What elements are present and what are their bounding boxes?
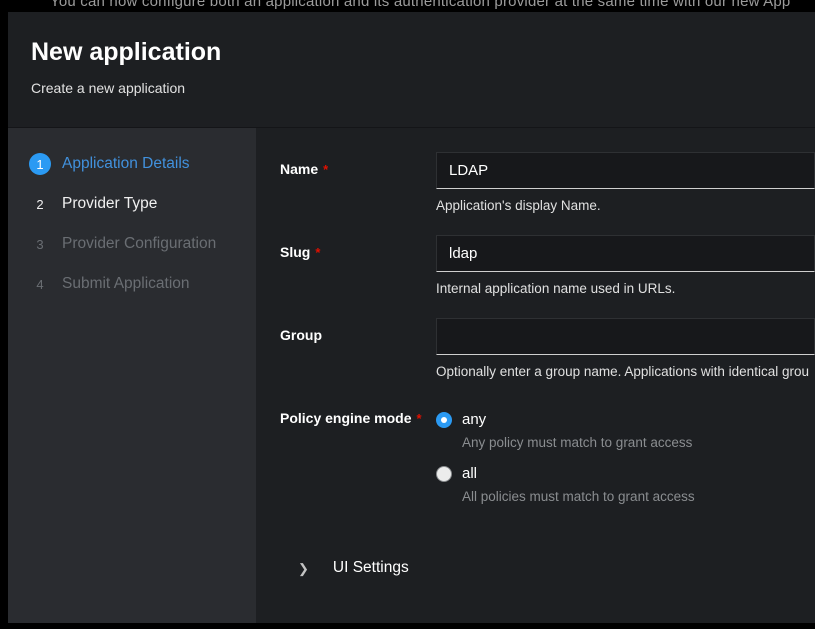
wizard-step-provider-configuration: 3 Provider Configuration — [29, 233, 256, 255]
page-subtitle: Create a new application — [31, 80, 815, 96]
screen: You can now configure both an applicatio… — [0, 0, 815, 629]
policy-mode-all-option[interactable]: all — [436, 465, 815, 482]
wizard-step-provider-type[interactable]: 2 Provider Type — [29, 193, 256, 215]
ui-settings-label: UI Settings — [333, 559, 409, 577]
page-title: New application — [31, 37, 815, 67]
step-indicator: 2 — [29, 193, 51, 215]
slug-field-row: Slug* Internal application name used in … — [280, 235, 815, 296]
policy-mode-all-label[interactable]: all — [462, 465, 477, 482]
wizard-step-application-details[interactable]: 1 Application Details — [29, 153, 256, 175]
step-label: Application Details — [62, 155, 190, 173]
group-helper-text: Optionally enter a group name. Applicati… — [436, 364, 815, 379]
wizard-nav: 1 Application Details 2 Provider Type 3 … — [8, 128, 256, 623]
policy-mode-any-label[interactable]: any — [462, 411, 486, 428]
slug-label: Slug* — [280, 235, 436, 296]
step-indicator: 3 — [29, 233, 51, 255]
step-indicator: 4 — [29, 273, 51, 295]
new-application-modal: New application Create a new application… — [8, 12, 815, 623]
required-asterisk: * — [416, 411, 421, 426]
name-field-row: Name* Application's display Name. — [280, 152, 815, 213]
radio-checked-icon[interactable] — [436, 412, 452, 428]
policy-engine-mode-row: Policy engine mode* any Any policy must … — [280, 401, 815, 519]
banner-text: You can now configure both an applicatio… — [50, 0, 790, 10]
policy-mode-any-helper: Any policy must match to grant access — [462, 435, 815, 450]
group-label: Group — [280, 318, 436, 379]
required-asterisk: * — [323, 162, 328, 177]
policy-mode-all-helper: All policies must match to grant access — [462, 489, 815, 504]
chevron-right-icon: ❯ — [298, 562, 309, 575]
radio-unchecked-icon[interactable] — [436, 466, 452, 482]
wizard-step-submit-application: 4 Submit Application — [29, 273, 256, 295]
ui-settings-expander[interactable]: ❯ UI Settings — [280, 559, 815, 577]
slug-input[interactable] — [436, 235, 815, 272]
group-input[interactable] — [436, 318, 815, 355]
required-asterisk: * — [315, 245, 320, 260]
modal-body: 1 Application Details 2 Provider Type 3 … — [8, 127, 815, 623]
application-details-form: Name* Application's display Name. Slug* … — [256, 128, 815, 623]
modal-header: New application Create a new application — [8, 12, 815, 127]
group-field-row: Group Optionally enter a group name. App… — [280, 318, 815, 379]
step-label: Provider Configuration — [62, 235, 216, 253]
name-input[interactable] — [436, 152, 815, 189]
name-helper-text: Application's display Name. — [436, 198, 815, 213]
name-label: Name* — [280, 152, 436, 213]
step-label: Submit Application — [62, 275, 190, 293]
policy-engine-mode-label: Policy engine mode* — [280, 401, 436, 519]
policy-mode-any-option[interactable]: any — [436, 411, 815, 428]
step-label: Provider Type — [62, 195, 157, 213]
slug-helper-text: Internal application name used in URLs. — [436, 281, 815, 296]
step-indicator: 1 — [29, 153, 51, 175]
